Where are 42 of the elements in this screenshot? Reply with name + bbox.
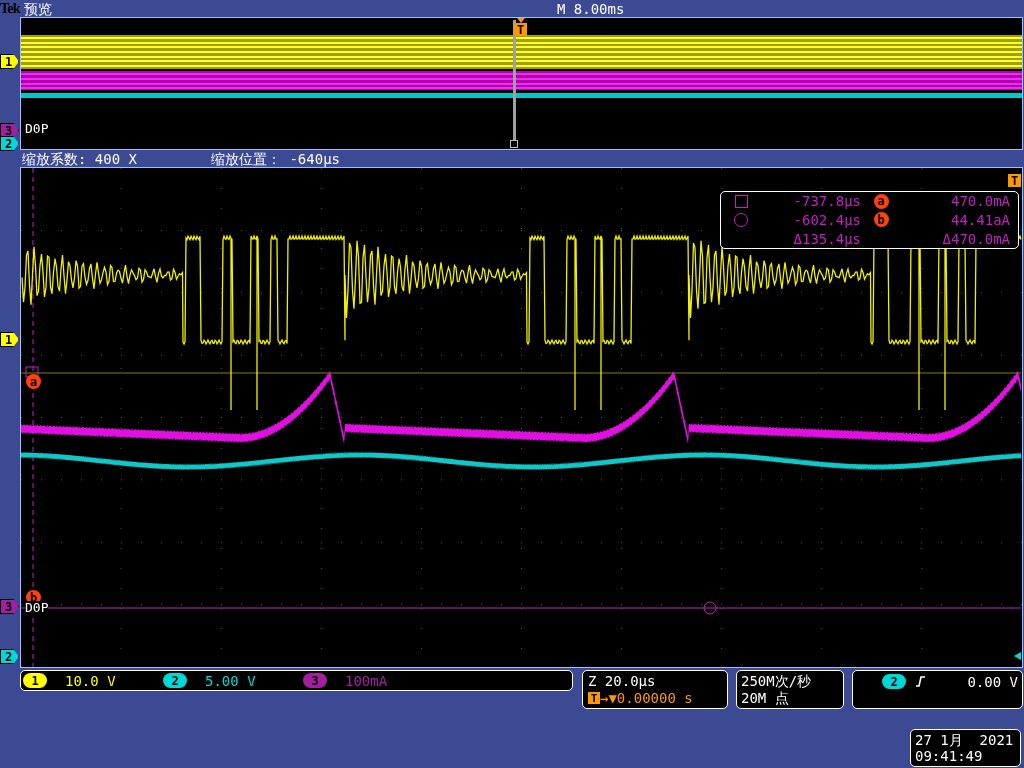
zoom-factor-label: 缩放系数: 400 X [22,151,137,166]
cursor-label[interactable]: a [26,374,41,389]
mode-title: 预览 [23,1,52,16]
trigger-delay: →▼0.00000 s [600,691,693,705]
trigger-marker: T [1008,174,1021,187]
cursor-delta-value: Δ470.0mA [941,231,1010,246]
square-cursor-icon [734,194,748,208]
record-length: 20M 点 [741,691,790,705]
channel-scale: 10.0 V [65,673,116,688]
cursor-time: -737.8µs [792,194,861,209]
sample-rate: 250M次/秒 [741,674,813,688]
trigger-marker: T [514,23,527,36]
channel-marker[interactable]: 1 [0,332,19,347]
zoom-bracket-icon [510,140,518,148]
date-label: 27 1月 2021 [915,733,1015,747]
trigger-level-icon [1014,652,1021,660]
digital-channel-label: D0P [25,122,49,135]
cursor-delta-time: Δ135.4µs [792,231,861,246]
time-label: 09:41:49 [915,749,984,763]
channel-marker[interactable]: 2 [0,136,19,151]
cursor-marker [703,601,717,615]
cursor-value: 44.41aA [950,213,1010,227]
channel-scale: 5.00 V [205,673,256,688]
channel-badge[interactable]: 2 [163,673,187,688]
trigger-position-icon [517,18,525,23]
cursor-time: -602.4µs [792,213,861,227]
channel-badge[interactable]: 1 [23,673,47,688]
cursor-marker [25,366,39,378]
cursor-label: b [873,212,889,228]
brand-logo: Tek [0,1,20,16]
zoom-scale: Z 20.0µs [588,674,657,688]
cursor-label: a [873,193,889,209]
channel-badge[interactable]: 2 [882,674,906,689]
channel-marker[interactable]: 1 [0,54,19,69]
rising-edge-icon [916,676,925,687]
trigger-marker: T [588,692,600,704]
cursor-value: 470.0mA [950,194,1010,209]
trigger-level: 0.00 V [967,675,1018,689]
timebase-label: M 8.00ms [556,1,625,16]
channel-scale: 100mA [345,673,388,688]
zoom-position-label: 缩放位置： -640µs [211,151,341,166]
channel-marker[interactable]: 2 [0,649,19,664]
